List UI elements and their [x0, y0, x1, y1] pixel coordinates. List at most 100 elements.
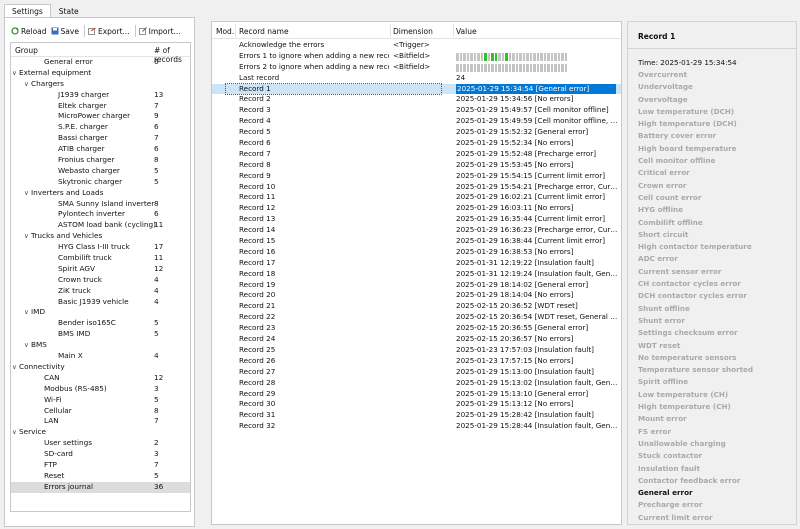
tree-row[interactable]: ∨ Connectivity — [11, 362, 190, 373]
bitfield-cell[interactable] — [543, 52, 546, 61]
export-button[interactable]: Export... — [88, 27, 130, 36]
column-header-record-name[interactable]: Record name — [239, 27, 289, 36]
tree-row[interactable]: Basic J1939 vehicle 4 — [11, 297, 190, 308]
bitfield-cell[interactable] — [564, 63, 567, 72]
tree-row[interactable]: User settings 2 — [11, 438, 190, 449]
record-row[interactable]: Record 28 2025-01-29 15:13:02 [Insulation… — [212, 378, 621, 389]
bitfield-cell[interactable] — [536, 63, 539, 72]
bitfield-cell[interactable] — [564, 52, 567, 61]
bitfield-editor[interactable] — [456, 52, 568, 61]
bitfield-cell[interactable] — [522, 63, 525, 72]
record-row[interactable]: Record 13 2025-01-29 16:35:44 [Current li… — [212, 214, 621, 225]
tree-row[interactable]: ∨ External equipment — [11, 68, 190, 79]
bitfield-cell[interactable] — [487, 52, 490, 61]
bitfield-cell[interactable] — [466, 52, 469, 61]
record-row[interactable]: Record 24 2025-02-15 20:36:57 [No errors] — [212, 334, 621, 345]
bitfield-editor[interactable] — [456, 63, 568, 72]
chevron-down-icon[interactable]: ∨ — [24, 340, 29, 351]
bitfield-cell[interactable] — [519, 63, 522, 72]
tree-row[interactable]: MicroPower charger 9 — [11, 111, 190, 122]
tree-row[interactable]: Wi-Fi 5 — [11, 395, 190, 406]
bitfield-cell[interactable] — [519, 52, 522, 61]
chevron-down-icon[interactable]: ∨ — [12, 427, 17, 438]
column-divider[interactable] — [235, 24, 236, 37]
chevron-down-icon[interactable]: ∨ — [12, 362, 17, 373]
record-row[interactable]: Record 10 2025-01-29 15:54:21 [Precharge … — [212, 182, 621, 193]
tree-row[interactable]: ∨ Trucks and Vehicles — [11, 231, 190, 242]
record-row[interactable]: Record 15 2025-01-29 16:38:44 [Current li… — [212, 236, 621, 247]
bitfield-cell[interactable] — [561, 63, 564, 72]
import-button[interactable]: Import... — [138, 27, 181, 36]
record-row[interactable]: Record 18 2025-01-31 12:19:24 [Insulation… — [212, 269, 621, 280]
record-row[interactable]: Record 5 2025-01-29 15:52:32 [General err… — [212, 127, 621, 138]
tree-row[interactable]: Crown truck 4 — [11, 275, 190, 286]
tree-row[interactable]: ∨ BMS — [11, 340, 190, 351]
bitfield-cell[interactable] — [536, 52, 539, 61]
bitfield-cell[interactable] — [463, 52, 466, 61]
record-row[interactable]: Record 2 2025-01-29 15:34:56 [No errors] — [212, 94, 621, 105]
bitfield-cell[interactable] — [498, 52, 501, 61]
tree-row[interactable]: Fronius charger 8 — [11, 155, 190, 166]
tree-row[interactable]: ∨ Service — [11, 427, 190, 438]
record-row[interactable]: Record 21 2025-02-15 20:36:52 [WDT reset] — [212, 301, 621, 312]
bitfield-cell[interactable] — [480, 52, 483, 61]
tree-row[interactable]: ASTOM load bank (cycling) 11 — [11, 220, 190, 231]
bitfield-cell[interactable] — [491, 63, 494, 72]
bitfield-cell[interactable] — [484, 52, 487, 61]
bitfield-cell[interactable] — [508, 52, 511, 61]
column-divider[interactable] — [453, 24, 454, 37]
record-row[interactable]: Record 9 2025-01-29 15:54:15 [Current lim… — [212, 171, 621, 182]
bitfield-cell[interactable] — [477, 52, 480, 61]
tree-row[interactable]: ∨ IMD — [11, 307, 190, 318]
bitfield-cell[interactable] — [554, 63, 557, 72]
bitfield-cell[interactable] — [501, 52, 504, 61]
tree-row[interactable]: SMA Sunny Island inverter 8 — [11, 199, 190, 210]
record-row[interactable]: Record 11 2025-01-29 16:02:21 [Current li… — [212, 192, 621, 203]
tree-row[interactable]: Spirit AGV 12 — [11, 264, 190, 275]
record-row[interactable]: Record 19 2025-01-29 18:14:02 [General er… — [212, 280, 621, 291]
tree-row[interactable]: ZiK truck 4 — [11, 286, 190, 297]
bitfield-cell[interactable] — [501, 63, 504, 72]
bitfield-cell[interactable] — [540, 52, 543, 61]
bitfield-cell[interactable] — [512, 63, 515, 72]
tree-row[interactable]: S.P.E. charger 6 — [11, 122, 190, 133]
bitfield-cell[interactable] — [550, 63, 553, 72]
record-row[interactable]: Last record 24 — [212, 73, 621, 84]
bitfield-cell[interactable] — [529, 63, 532, 72]
bitfield-cell[interactable] — [512, 52, 515, 61]
record-row[interactable]: Acknowledge the errors <Trigger> — [212, 40, 621, 51]
record-row[interactable]: Record 27 2025-01-29 15:13:00 [Insulation… — [212, 367, 621, 378]
bitfield-cell[interactable] — [473, 52, 476, 61]
tab-state[interactable]: State — [51, 4, 87, 18]
record-row[interactable]: Record 31 2025-01-29 15:28:42 [Insulation… — [212, 410, 621, 421]
bitfield-cell[interactable] — [508, 63, 511, 72]
record-row[interactable]: Record 25 2025-01-23 17:57:03 [Insulation… — [212, 345, 621, 356]
group-tree[interactable]: Group # of records General error 6 ∨ Extern… — [10, 42, 191, 512]
bitfield-cell[interactable] — [484, 63, 487, 72]
save-button[interactable]: Save — [51, 27, 79, 36]
record-row[interactable]: Record 32 2025-01-29 15:28:44 [Insulation… — [212, 421, 621, 432]
tree-row[interactable]: FTP 7 — [11, 460, 190, 471]
bitfield-cell[interactable] — [466, 63, 469, 72]
tree-row[interactable]: Combilift truck 11 — [11, 253, 190, 264]
record-row[interactable]: Record 3 2025-01-29 15:49:57 [Cell monito… — [212, 105, 621, 116]
bitfield-cell[interactable] — [456, 52, 459, 61]
record-row[interactable]: Record 14 2025-01-29 16:36:23 [Precharge … — [212, 225, 621, 236]
chevron-down-icon[interactable]: ∨ — [24, 231, 29, 242]
record-row[interactable]: Errors 1 to ignore when adding a new rec… — [212, 51, 621, 62]
bitfield-cell[interactable] — [480, 63, 483, 72]
chevron-down-icon[interactable]: ∨ — [24, 307, 29, 318]
bitfield-cell[interactable] — [547, 52, 550, 61]
bitfield-cell[interactable] — [477, 63, 480, 72]
bitfield-cell[interactable] — [557, 52, 560, 61]
bitfield-cell[interactable] — [547, 63, 550, 72]
record-row[interactable]: Record 20 2025-01-29 18:14:04 [No errors] — [212, 290, 621, 301]
bitfield-cell[interactable] — [463, 63, 466, 72]
bitfield-cell[interactable] — [554, 52, 557, 61]
bitfield-cell[interactable] — [557, 63, 560, 72]
bitfield-cell[interactable] — [494, 52, 497, 61]
column-header-group[interactable]: Group — [15, 46, 38, 55]
record-row[interactable]: Record 8 2025-01-29 15:53:45 [No errors] — [212, 160, 621, 171]
record-row[interactable]: Record 23 2025-02-15 20:36:55 [General er… — [212, 323, 621, 334]
tree-row[interactable]: Errors journal 36 — [11, 481, 190, 493]
